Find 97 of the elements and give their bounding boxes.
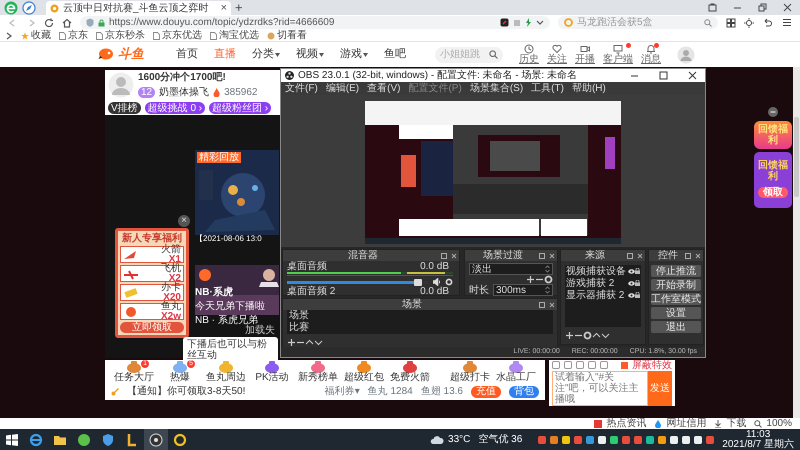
scene-item[interactable]: 比赛 bbox=[287, 322, 553, 334]
room-action-button[interactable]: 超级挑战 0 › bbox=[144, 102, 206, 114]
menu-item[interactable]: 查看(V) bbox=[367, 83, 400, 94]
video-caption: NB · 系虎兄弟 bbox=[195, 315, 258, 326]
dock-title: 来源 bbox=[584, 250, 606, 261]
reward-quantity: X1 bbox=[168, 254, 181, 264]
control-button[interactable]: 退出 bbox=[651, 321, 701, 333]
welfare-card-title: 回馈福利 bbox=[757, 160, 789, 182]
status-item[interactable]: 下载 bbox=[714, 418, 746, 429]
loading-text: 加载失 bbox=[245, 325, 275, 336]
source-item[interactable]: 显示器捕获 2 bbox=[565, 289, 641, 301]
search-field[interactable]: 马龙跑活会获5盒 bbox=[558, 16, 718, 29]
header-action[interactable]: 消息 bbox=[641, 44, 661, 65]
channel-name: 桌面音频 bbox=[287, 261, 327, 272]
notice-text: 【通知】你可领取3-8天50! bbox=[127, 386, 246, 396]
reward-name: 鱼丸 bbox=[161, 302, 181, 312]
nav-link[interactable]: 分类 bbox=[252, 48, 280, 61]
room-action-button[interactable]: 超级粉丝团 › bbox=[209, 102, 272, 114]
dock-title: 混音器 bbox=[347, 250, 379, 261]
coupon-button[interactable]: 福利券▾ bbox=[324, 386, 360, 397]
nav-link[interactable]: 鱼吧 bbox=[384, 48, 406, 61]
header-action[interactable]: 客户端 bbox=[603, 44, 633, 65]
nav-link[interactable]: 首页 bbox=[176, 48, 198, 61]
duration-label: 时长 bbox=[469, 284, 489, 296]
level-badge: 12 bbox=[138, 87, 156, 98]
video-caption: 【2021-08-06 13:0 bbox=[195, 235, 263, 244]
header-action[interactable]: 关注 bbox=[547, 44, 567, 65]
status-item[interactable]: 网址信用 bbox=[654, 418, 706, 429]
close-tab-button[interactable]: × bbox=[220, 2, 227, 14]
claim-button[interactable]: 立即领取 bbox=[120, 322, 184, 333]
bookmark[interactable]: 切看看 bbox=[267, 30, 307, 41]
menu-item[interactable]: 编辑(E) bbox=[326, 83, 360, 94]
control-button[interactable]: 开始录制 bbox=[651, 279, 701, 291]
popularity-count: 385962 bbox=[224, 87, 258, 98]
clock-date: 2021/8/7 星期六 bbox=[722, 440, 794, 450]
gift-button[interactable]: 超级打卡 bbox=[447, 361, 493, 383]
welfare-card[interactable]: 回馈福利 领取 bbox=[754, 152, 792, 208]
gift-button[interactable]: 水晶工厂 bbox=[493, 361, 539, 383]
dock-title: 场景 bbox=[401, 299, 423, 310]
clock-time: 11:03 bbox=[746, 430, 770, 440]
anchor-name: 奶墨体操飞 bbox=[159, 87, 210, 98]
nav-link[interactable]: 视频 bbox=[296, 48, 324, 61]
video-overlay-title: NB·系虎 bbox=[195, 287, 233, 298]
control-button[interactable]: 停止推流 bbox=[651, 265, 701, 277]
room-action-button[interactable]: V排榜 bbox=[108, 102, 141, 114]
bookmark[interactable]: 京东秒杀 bbox=[96, 30, 145, 41]
new-tab-button[interactable]: + bbox=[235, 1, 243, 14]
reward-quantity: X2w bbox=[160, 312, 181, 322]
reward-name: 火箭 bbox=[161, 244, 181, 254]
reward-name: 飞机 bbox=[161, 264, 181, 274]
bookmark[interactable]: 京东 bbox=[59, 30, 88, 41]
control-button[interactable]: 设置 bbox=[651, 307, 701, 319]
dock-title: 场景过渡 bbox=[482, 250, 524, 261]
fish-fin-balance: 鱼翅 13.6 bbox=[420, 386, 463, 396]
gift-button[interactable]: 超级红包 bbox=[341, 361, 387, 383]
channel-name: 桌面音频 2 bbox=[287, 286, 336, 297]
gift-button[interactable]: 免费火箭 bbox=[387, 361, 433, 383]
close-button[interactable]: × bbox=[178, 215, 190, 227]
promo-title: 新人专享福利 bbox=[121, 233, 183, 244]
reward-quantity: X20 bbox=[163, 292, 181, 302]
gift-button[interactable]: 鱼丸周边 bbox=[203, 361, 249, 383]
menu-item[interactable]: 文件(F) bbox=[285, 83, 318, 94]
zoom-button[interactable]: 100% bbox=[754, 418, 792, 429]
source-item[interactable]: 视频捕获设备 bbox=[565, 265, 641, 277]
video-subtitle: 今天兄弟下播啦 bbox=[195, 301, 265, 312]
nav-link[interactable]: 游戏 bbox=[340, 48, 368, 61]
search-field[interactable]: 小姐姐跳 bbox=[435, 46, 503, 62]
temperature: 33°C bbox=[448, 434, 470, 445]
room-title: 1600分冲个1700吧! bbox=[138, 72, 227, 83]
air-quality: 空气优 36 bbox=[478, 434, 522, 445]
bookmark[interactable]: 收藏 bbox=[21, 30, 51, 41]
control-button[interactable]: 工作室模式 bbox=[651, 293, 701, 305]
channel-reading: 0.0 dB bbox=[420, 261, 449, 272]
header-action[interactable]: 历史 bbox=[519, 44, 539, 65]
video-tag: 精彩回放 bbox=[197, 152, 241, 163]
dock-title: 控件 bbox=[657, 250, 679, 261]
menu-item[interactable]: 帮助(H) bbox=[572, 83, 606, 94]
scene-item[interactable]: 场景 bbox=[287, 310, 553, 322]
bookmark[interactable]: 京东优选 bbox=[153, 30, 202, 41]
source-item[interactable]: 游戏捕获 2 bbox=[565, 277, 641, 289]
header-action[interactable]: 开播 bbox=[575, 44, 595, 65]
address-field[interactable]: https://www.douyu.com/topic/ydzrdks?rid=4666609 bbox=[80, 16, 550, 29]
bookmark[interactable]: 淘宝优选 bbox=[210, 30, 259, 41]
gift-button[interactable]: PK活动 bbox=[249, 361, 295, 383]
shield-effects-button[interactable]: 屏蔽特效 bbox=[621, 360, 672, 370]
browser-tab[interactable]: 云顶中日对抗赛_斗鱼云顶之弈时 × bbox=[46, 1, 231, 15]
transition-select[interactable]: 淡出 bbox=[469, 263, 553, 275]
status-item[interactable]: 热点资讯 bbox=[594, 418, 646, 429]
menu-item[interactable]: 工具(T) bbox=[531, 83, 564, 94]
reward-name: 办卡 bbox=[161, 282, 181, 292]
channel-reading: 0.0 dB bbox=[420, 286, 449, 297]
menu-item[interactable]: 场景集合(S) bbox=[470, 83, 524, 94]
fish-ball-balance: 鱼丸 1284 bbox=[368, 386, 413, 396]
window-title: OBS 23.0.1 (32-bit, windows) - 配置文件: 未命名 - 场景: 未命名 bbox=[298, 70, 577, 81]
bag-button[interactable]: 背包 bbox=[509, 386, 539, 398]
duration-field[interactable]: 300ms bbox=[493, 284, 553, 296]
gift-button[interactable]: 新秀榜单 bbox=[295, 361, 341, 383]
